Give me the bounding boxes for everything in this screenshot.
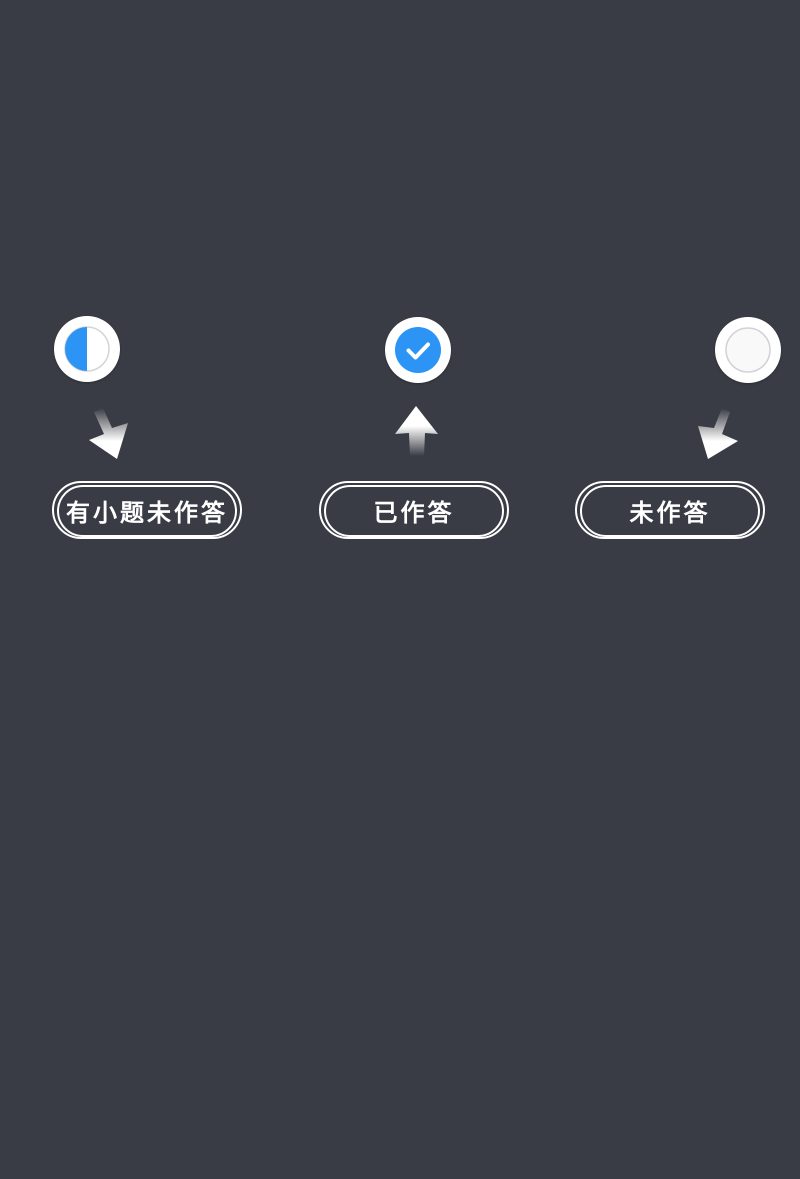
arrow-down-right-icon (72, 396, 152, 476)
legend-label-partially-answered: 有小题未作答 (52, 481, 242, 539)
legend-label-answered: 已作答 (319, 481, 509, 539)
empty-circle-icon (715, 317, 781, 383)
check-circle-icon (385, 317, 451, 383)
legend-label-unanswered: 未作答 (575, 481, 765, 539)
legend-label-text: 已作答 (373, 498, 455, 527)
half-filled-circle-icon (54, 316, 120, 382)
arrow-down-left-icon (680, 396, 760, 476)
legend-label-text: 有小题未作答 (66, 498, 228, 527)
legend-label-text: 未作答 (629, 498, 711, 527)
arrow-up-icon (376, 398, 456, 478)
